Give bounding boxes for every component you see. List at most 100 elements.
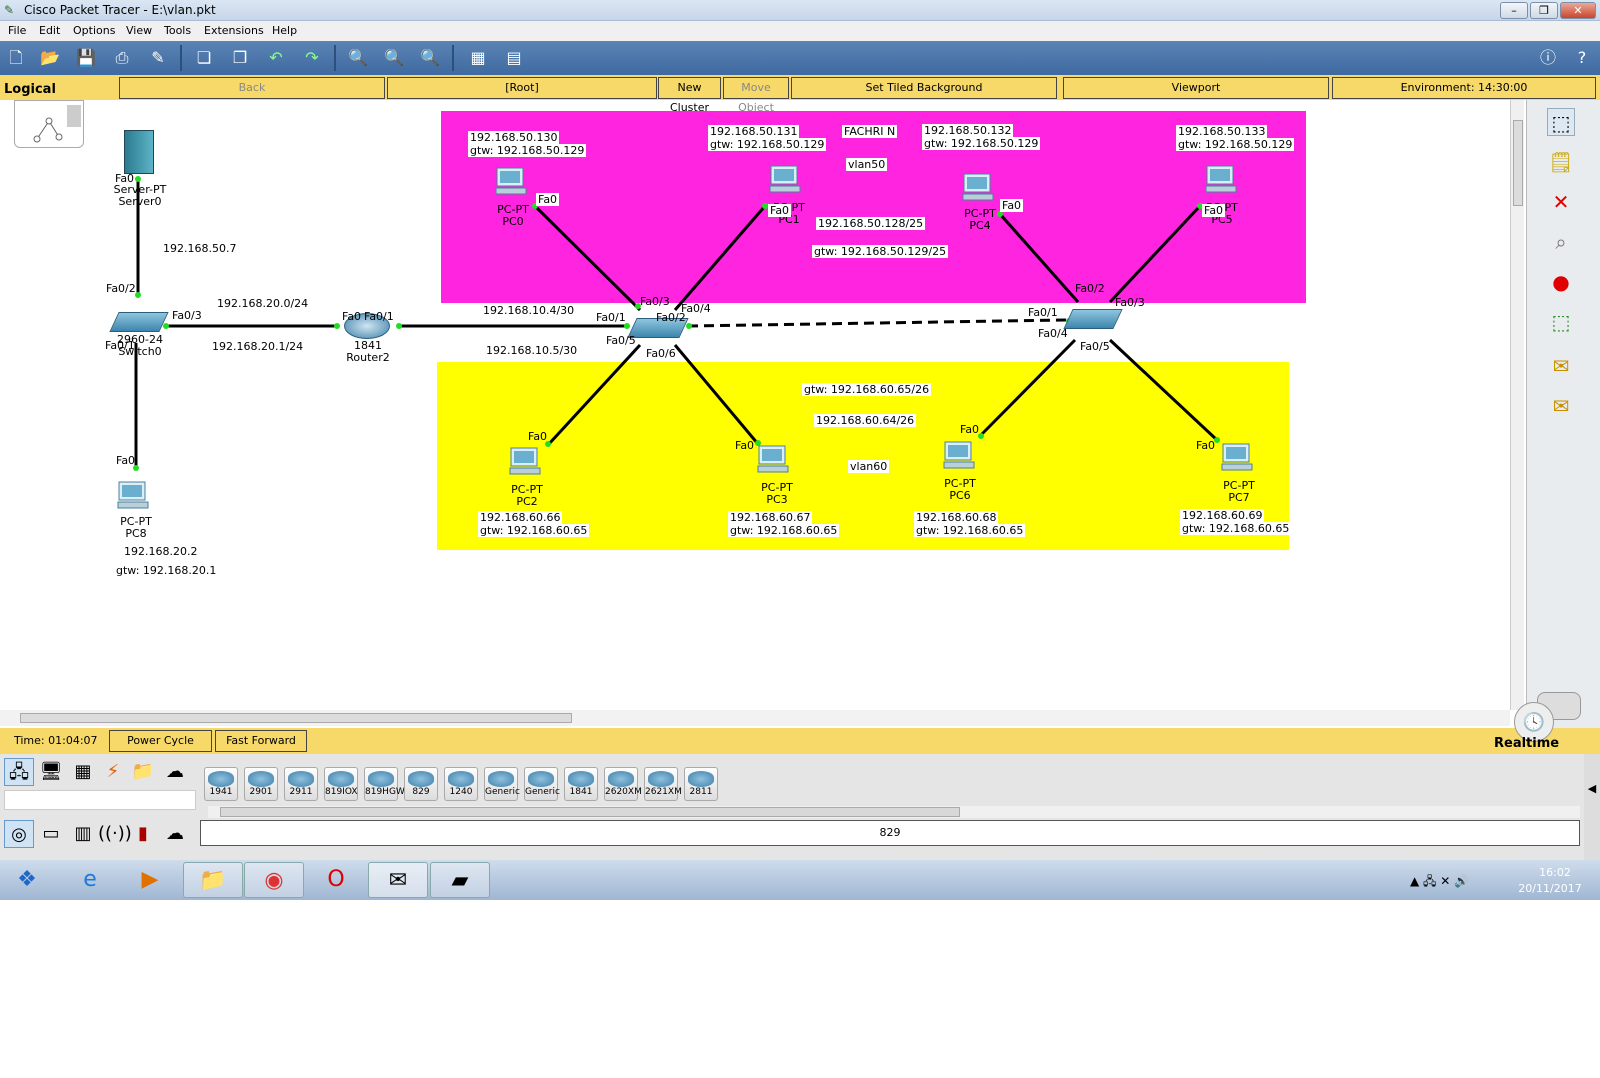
port-label: Fa0/1 xyxy=(596,311,626,324)
wireless-devices-icon[interactable]: ((·)) xyxy=(98,820,132,848)
model-829[interactable]: 829 xyxy=(404,767,438,801)
pc1-ip: 192.168.50.131 xyxy=(708,125,800,138)
pc3-name: PC3 xyxy=(766,493,788,506)
inspect-icon[interactable]: ⌕ xyxy=(1547,228,1575,256)
pc3-icon[interactable] xyxy=(756,444,790,476)
delete-icon[interactable]: ✕ xyxy=(1547,188,1575,216)
note-icon[interactable]: 🗒 xyxy=(1547,148,1575,176)
port-label: Fa0 xyxy=(1202,204,1226,217)
start-button-icon[interactable]: ❖ xyxy=(2,862,52,898)
link-pc1-switch1 xyxy=(673,205,767,311)
pc7-icon[interactable] xyxy=(1220,442,1254,474)
vlan50-label: vlan50 xyxy=(846,158,888,171)
port-label: Fa0/1 xyxy=(105,339,135,352)
tray-icons[interactable]: ▲ 🖧 ✕ 🔊 xyxy=(1410,872,1469,893)
pc6-icon[interactable] xyxy=(942,440,976,472)
model-1941[interactable]: 1941 xyxy=(204,767,238,801)
notepad-icon[interactable]: ▰ xyxy=(430,862,490,898)
server-icon[interactable] xyxy=(124,130,154,174)
port-label: Fa0/6 xyxy=(646,347,676,360)
multiuser-icon[interactable]: ☁ xyxy=(160,758,190,786)
select-icon[interactable]: ⬚ xyxy=(1547,108,1575,136)
pc6-gw: gtw: 192.168.60.65 xyxy=(914,524,1026,537)
horizontal-scrollbar[interactable] xyxy=(0,710,1510,726)
net-20-label: 192.168.20.0/24 xyxy=(217,297,309,310)
model-2621xm[interactable]: 2621XM xyxy=(644,767,682,801)
port-label: Fa0 xyxy=(116,454,136,467)
draw-ellipse-icon[interactable]: ● xyxy=(1547,268,1575,296)
internet-explorer-icon[interactable]: e xyxy=(60,862,120,898)
misc-icon[interactable]: 📁 xyxy=(128,758,158,786)
pc5-ip: 192.168.50.133 xyxy=(1176,125,1268,138)
network-devices-icon[interactable]: 🖧 xyxy=(4,758,34,786)
net-10-5-label: 192.168.10.5/30 xyxy=(486,344,578,357)
model-2901[interactable]: 2901 xyxy=(244,767,278,801)
model-819iox[interactable]: 819IOX xyxy=(324,767,358,801)
port-label: Fa0/2 xyxy=(106,282,136,295)
port-label: Fa0/3 xyxy=(1115,296,1145,309)
packet-tracer-taskbar-icon[interactable]: ✉ xyxy=(368,862,428,898)
chrome-icon[interactable]: ◉ xyxy=(244,862,304,898)
switch2-icon[interactable] xyxy=(1063,309,1123,329)
vertical-scrollbar[interactable] xyxy=(1510,100,1524,710)
pc0-icon[interactable] xyxy=(494,166,528,198)
port-label: Fa0/2 xyxy=(1075,282,1105,295)
model-generic-2[interactable]: Generic xyxy=(524,767,560,801)
switches-icon[interactable]: ▭ xyxy=(36,820,66,848)
end-devices-icon[interactable]: 🖥 xyxy=(36,758,66,786)
routers-icon[interactable]: ◎ xyxy=(4,820,34,848)
file-explorer-icon[interactable]: 📁 xyxy=(183,862,243,898)
net-10-4-label: 192.168.10.4/30 xyxy=(483,304,575,317)
pc1-icon[interactable] xyxy=(768,164,802,196)
help-icon[interactable]: ? xyxy=(1570,46,1594,70)
pc5-icon[interactable] xyxy=(1204,164,1238,196)
model-1240[interactable]: 1240 xyxy=(444,767,478,801)
port-label: Fa0 xyxy=(1000,199,1024,212)
add-simple-pdu-icon[interactable]: ✉ xyxy=(1547,352,1575,380)
net60-label: 192.168.60.64/26 xyxy=(814,414,917,427)
model-2620xm[interactable]: 2620XM xyxy=(604,767,642,801)
add-complex-pdu-icon[interactable]: ✉ xyxy=(1547,392,1575,420)
vlan60-label: vlan60 xyxy=(848,460,890,473)
pc2-icon[interactable] xyxy=(508,446,542,478)
pc7-name: PC7 xyxy=(1228,491,1250,504)
power-cycle-button[interactable]: Power Cycle Devices xyxy=(109,730,212,767)
model-generic-1[interactable]: Generic xyxy=(484,767,520,801)
clock-date: 20/11/2017 xyxy=(1518,882,1582,895)
security-icon[interactable]: ▮ xyxy=(128,820,158,848)
pc2-ip: 192.168.60.66 xyxy=(478,511,563,524)
port-label: Fa0 xyxy=(115,172,135,185)
fast-forward-button[interactable]: Fast Forward Time xyxy=(215,730,307,767)
wan-emulation-icon[interactable]: ☁ xyxy=(160,820,190,848)
model-2911[interactable]: 2911 xyxy=(284,767,318,801)
port-label: Fa0/1 xyxy=(1028,306,1058,319)
pc4-icon[interactable] xyxy=(961,172,995,204)
port-label: Fa0/3 xyxy=(172,309,202,322)
link-pc0-switch1 xyxy=(533,204,642,312)
palette-collapse-icon[interactable]: ◀ xyxy=(1584,754,1600,860)
connections-icon[interactable]: ⚡ xyxy=(98,758,128,786)
pc0-gw: gtw: 192.168.50.129 xyxy=(468,144,587,157)
link-pc3-switch1 xyxy=(673,344,760,445)
resize-icon[interactable]: ⬚ xyxy=(1547,308,1575,336)
pc8-icon[interactable] xyxy=(116,480,150,512)
components-icon[interactable]: ▦ xyxy=(68,758,98,786)
port-label: Fa0/5 xyxy=(606,334,636,347)
pc0-name: PC0 xyxy=(502,215,524,228)
gw-20-label: 192.168.20.1/24 xyxy=(212,340,304,353)
model-819hgw[interactable]: 819HGW xyxy=(364,767,405,801)
hubs-icon[interactable]: ▥ xyxy=(68,820,98,848)
opera-icon[interactable]: O xyxy=(306,862,366,898)
close-button[interactable]: ✕ xyxy=(1560,2,1596,19)
switch0-icon[interactable] xyxy=(109,312,169,332)
maximize-button[interactable]: ❐ xyxy=(1530,2,1558,19)
model-scrollbar[interactable] xyxy=(208,806,1580,818)
port-label: Fa0 xyxy=(768,204,792,217)
model-2811[interactable]: 2811 xyxy=(684,767,718,801)
model-1841[interactable]: 1841 xyxy=(564,767,598,801)
pc7-ip: 192.168.60.69 xyxy=(1180,509,1265,522)
port-label: Fa0/1 xyxy=(364,310,394,323)
time-bar: Time: 01:04:07 Power Cycle Devices Fast … xyxy=(0,702,1600,767)
media-player-icon[interactable]: ▶ xyxy=(120,862,180,898)
info-icon[interactable]: ⓘ xyxy=(1536,46,1560,70)
